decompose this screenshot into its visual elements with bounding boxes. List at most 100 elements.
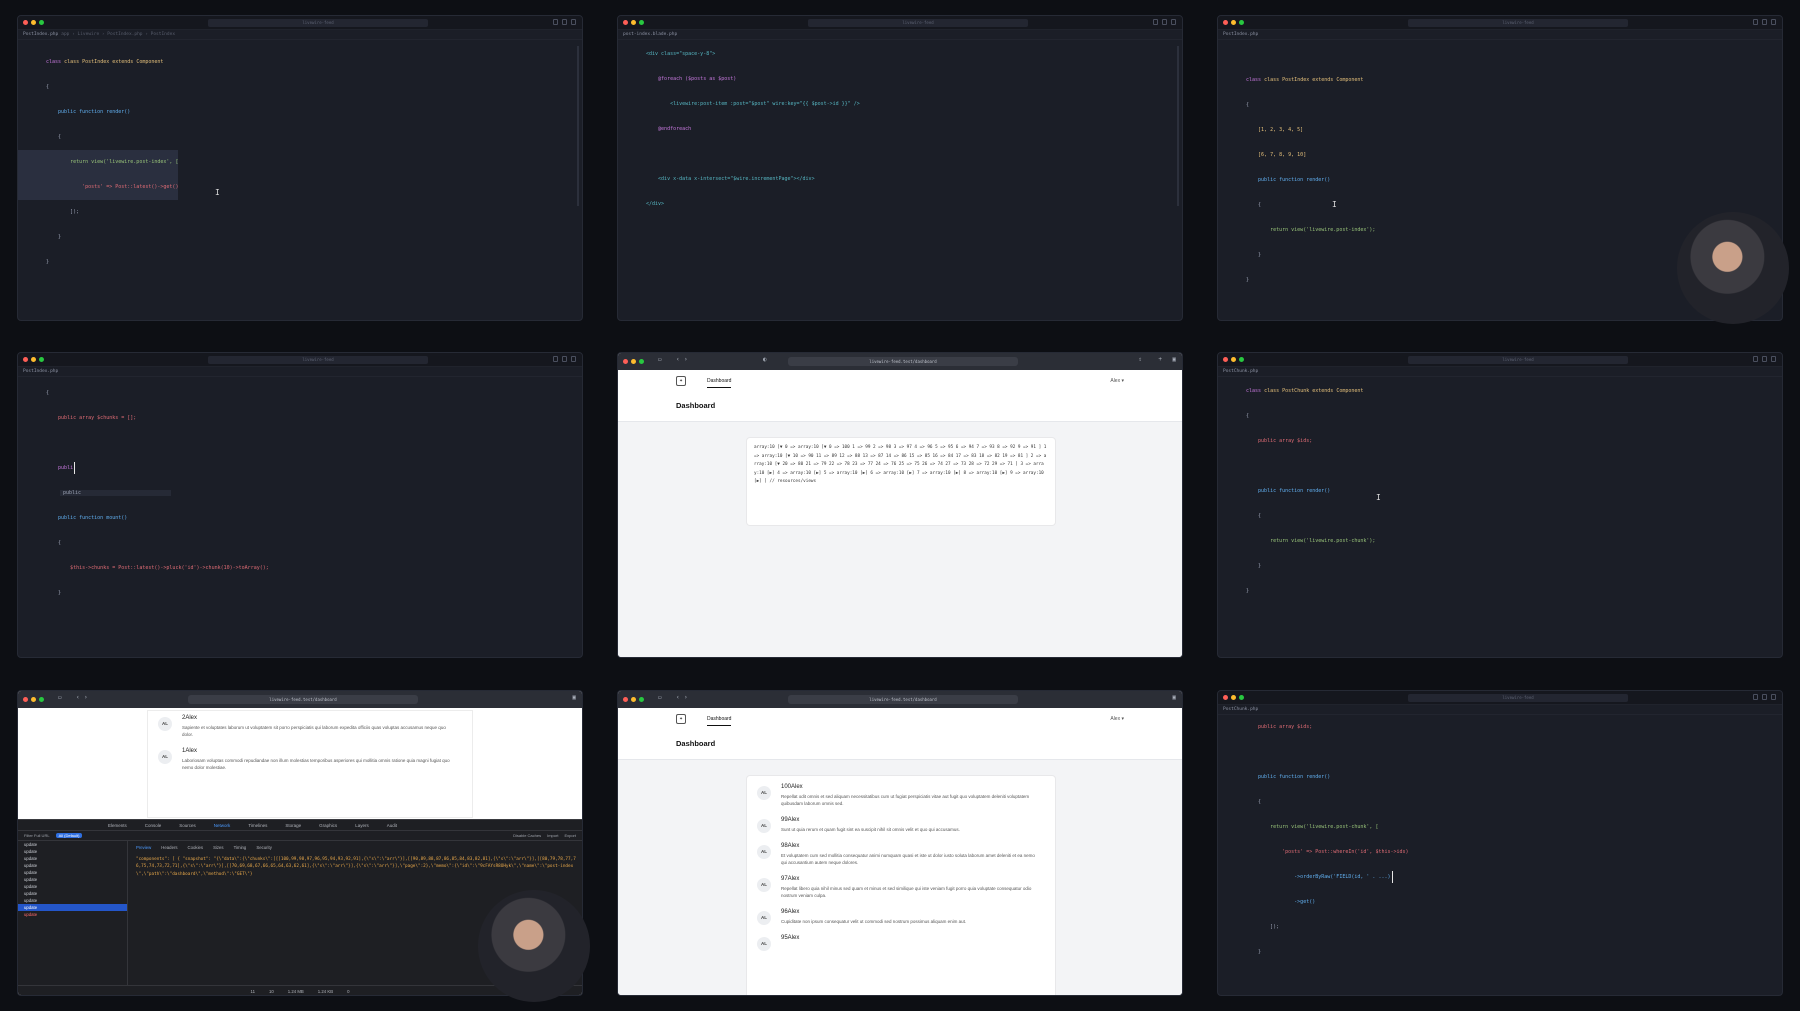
minimize-window-icon[interactable] xyxy=(31,697,36,702)
close-window-icon[interactable] xyxy=(23,357,28,362)
forward-icon[interactable]: › xyxy=(684,694,688,701)
panel-icon[interactable] xyxy=(1771,19,1776,25)
minimize-window-icon[interactable] xyxy=(31,357,36,362)
request-row-selected[interactable]: update xyxy=(18,904,127,911)
panel-icon[interactable] xyxy=(1771,356,1776,362)
app-logo-icon[interactable]: ✦ xyxy=(676,714,686,724)
tab-headers[interactable]: Headers xyxy=(161,844,177,852)
request-row[interactable]: update xyxy=(18,855,127,862)
zoom-window-icon[interactable] xyxy=(39,20,44,25)
split-icon[interactable] xyxy=(1762,356,1767,362)
address-bar[interactable]: livewire-feed.test/dashboard xyxy=(188,695,418,704)
minimize-window-icon[interactable] xyxy=(31,20,36,25)
layout-icon[interactable] xyxy=(1753,694,1758,700)
request-row[interactable]: update xyxy=(18,848,127,855)
app-logo-icon[interactable]: ✦ xyxy=(676,376,686,386)
layout-icon[interactable] xyxy=(1153,19,1158,25)
forward-icon[interactable]: › xyxy=(684,356,688,363)
command-search[interactable]: livewire-feed xyxy=(808,19,1028,27)
code-area[interactable]: class class PostChunk extends Component … xyxy=(1218,377,1782,604)
file-tab[interactable]: PostChunk.php xyxy=(1223,369,1258,374)
tab-timing[interactable]: Timing xyxy=(234,844,247,852)
command-search[interactable]: livewire-feed xyxy=(1408,694,1628,702)
back-icon[interactable]: ‹ xyxy=(76,694,80,701)
back-icon[interactable]: ‹ xyxy=(676,356,680,363)
zoom-window-icon[interactable] xyxy=(639,697,644,702)
scrollbar[interactable] xyxy=(1177,46,1179,206)
zoom-window-icon[interactable] xyxy=(1239,357,1244,362)
filter-input[interactable]: Filter Full URL xyxy=(24,833,50,838)
tab-security[interactable]: Security xyxy=(256,844,272,852)
request-row[interactable]: update xyxy=(18,883,127,890)
user-menu[interactable]: Alex ▾ xyxy=(1110,378,1124,384)
minimize-window-icon[interactable] xyxy=(1231,357,1236,362)
close-window-icon[interactable] xyxy=(1223,20,1228,25)
file-tab[interactable]: PostIndex.php app › Livewire › PostIndex.… xyxy=(23,32,175,37)
panel-icon[interactable] xyxy=(1771,694,1776,700)
code-area[interactable]: class class PostIndex extends Component … xyxy=(18,40,582,275)
request-row[interactable]: update xyxy=(18,897,127,904)
minimize-window-icon[interactable] xyxy=(1231,20,1236,25)
nav-dashboard-link[interactable]: Dashboard xyxy=(707,378,732,388)
disable-caches-toggle[interactable]: Disable Caches xyxy=(513,833,541,838)
nav-dashboard-link[interactable]: Dashboard xyxy=(707,716,732,726)
zoom-window-icon[interactable] xyxy=(39,357,44,362)
code-area[interactable]: public array $ids; public function rende… xyxy=(1218,715,1782,965)
file-tab[interactable]: PostChunk.php xyxy=(1223,707,1258,712)
close-window-icon[interactable] xyxy=(623,359,628,364)
split-icon[interactable] xyxy=(562,356,567,362)
tabs-overview-icon[interactable]: ▣ xyxy=(1172,694,1176,701)
scrollbar[interactable] xyxy=(577,46,579,206)
sidebar-icon[interactable]: ▭ xyxy=(58,694,62,701)
new-tab-icon[interactable]: + xyxy=(1158,356,1162,363)
forward-icon[interactable]: › xyxy=(84,694,88,701)
close-window-icon[interactable] xyxy=(623,20,628,25)
tab-preview[interactable]: Preview xyxy=(136,844,151,852)
request-row[interactable]: update xyxy=(18,876,127,883)
code-area[interactable]: <div class="space-y-8"> @foreach ($posts… xyxy=(618,40,1182,217)
close-window-icon[interactable] xyxy=(623,697,628,702)
minimize-window-icon[interactable] xyxy=(631,697,636,702)
close-window-icon[interactable] xyxy=(23,697,28,702)
tab-sources[interactable]: Sources xyxy=(179,823,196,828)
command-search[interactable]: livewire-feed xyxy=(208,19,428,27)
zoom-window-icon[interactable] xyxy=(1239,695,1244,700)
file-tab[interactable]: PostIndex.php xyxy=(1223,32,1258,37)
tab-timelines[interactable]: Timelines xyxy=(248,823,267,828)
export-button[interactable]: Export xyxy=(564,833,576,838)
tab-sizes[interactable]: Sizes xyxy=(213,844,224,852)
request-row[interactable]: update xyxy=(18,869,127,876)
file-tab[interactable]: PostIndex.php xyxy=(23,369,58,374)
tab-audit[interactable]: Audit xyxy=(387,823,397,828)
layout-icon[interactable] xyxy=(1753,19,1758,25)
panel-icon[interactable] xyxy=(571,356,576,362)
layout-icon[interactable] xyxy=(553,19,558,25)
import-button[interactable]: Import xyxy=(547,833,558,838)
split-icon[interactable] xyxy=(562,19,567,25)
tab-layers[interactable]: Layers xyxy=(355,823,369,828)
split-icon[interactable] xyxy=(1762,694,1767,700)
request-row[interactable]: update xyxy=(18,890,127,897)
tab-cookies[interactable]: Cookies xyxy=(188,844,204,852)
request-row[interactable]: update xyxy=(18,841,127,848)
tab-console[interactable]: Console xyxy=(145,823,162,828)
code-area[interactable]: { public array $chunks = []; publi publi… xyxy=(18,377,582,606)
tab-graphics[interactable]: Graphics xyxy=(319,823,337,828)
tab-network[interactable]: Network xyxy=(214,823,231,828)
tab-storage[interactable]: Storage xyxy=(285,823,301,828)
tabs-overview-icon[interactable]: ▣ xyxy=(572,694,576,701)
file-tab[interactable]: post-index.blade.php xyxy=(623,32,677,37)
split-icon[interactable] xyxy=(1762,19,1767,25)
back-icon[interactable]: ‹ xyxy=(676,694,680,701)
user-menu[interactable]: Alex ▾ xyxy=(1110,716,1124,722)
layout-icon[interactable] xyxy=(1753,356,1758,362)
command-search[interactable]: livewire-feed xyxy=(1408,356,1628,364)
minimize-window-icon[interactable] xyxy=(631,20,636,25)
command-search[interactable]: livewire-feed xyxy=(1408,19,1628,27)
sidebar-icon[interactable]: ▭ xyxy=(658,356,662,363)
sidebar-icon[interactable]: ▭ xyxy=(658,694,662,701)
close-window-icon[interactable] xyxy=(1223,695,1228,700)
panel-icon[interactable] xyxy=(1171,19,1176,25)
tab-elements[interactable]: Elements xyxy=(108,823,127,828)
split-icon[interactable] xyxy=(1162,19,1167,25)
